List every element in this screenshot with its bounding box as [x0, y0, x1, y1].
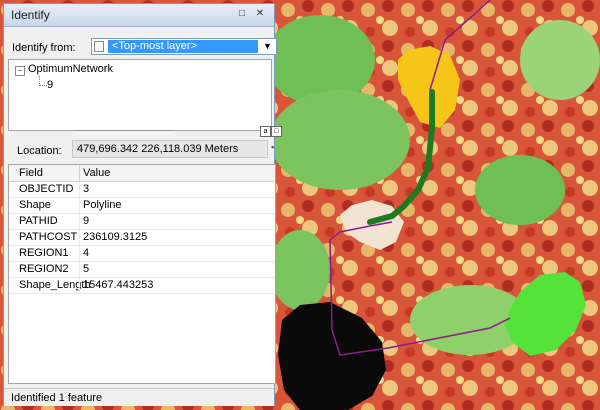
- field-name: OBJECTID: [19, 183, 74, 195]
- field-value: 236109.3125: [83, 231, 148, 243]
- cell-divider: [79, 230, 80, 245]
- field-value: 9: [83, 215, 90, 227]
- location-label: Location:: [17, 145, 62, 157]
- tree-node-layer[interactable]: OptimumNetwork: [28, 63, 113, 75]
- cell-divider: [79, 182, 80, 197]
- table-row[interactable]: REGION2 5: [9, 262, 275, 278]
- low-cost-area: [520, 20, 600, 100]
- table-row[interactable]: Shape_Length 15467.443253: [9, 278, 275, 294]
- table-row[interactable]: PATHID 9: [9, 214, 275, 230]
- attribute-grid: Field Value OBJECTID 3 Shape Polyline PA…: [8, 164, 276, 384]
- column-header-value[interactable]: Value: [83, 167, 110, 179]
- tree-node-feature[interactable]: 9: [47, 79, 53, 91]
- window-title: Identify: [11, 8, 50, 22]
- cell-divider: [79, 198, 80, 213]
- pin-icon[interactable]: □: [236, 8, 248, 20]
- cell-divider: [79, 246, 80, 261]
- chevron-down-icon[interactable]: ▼: [261, 40, 274, 53]
- table-row[interactable]: Shape Polyline: [9, 198, 275, 214]
- location-units-icon[interactable]: ▪: [271, 142, 274, 152]
- identify-from-value: <Top-most layer>: [108, 40, 258, 53]
- results-tree: − OptimumNetwork 9: [8, 59, 272, 131]
- grid-header: Field Value: [9, 165, 275, 182]
- table-row[interactable]: REGION1 4: [9, 246, 275, 262]
- pane-splitter[interactable]: a □: [8, 126, 282, 137]
- pane-toggle-icon-2[interactable]: □: [271, 126, 282, 137]
- column-header-field[interactable]: Field: [19, 167, 43, 179]
- low-cost-area: [270, 90, 410, 190]
- field-value: 15467.443253: [83, 279, 154, 291]
- title-bar[interactable]: Identify □ ✕: [4, 4, 274, 27]
- identify-from-label: Identify from:: [12, 42, 76, 54]
- field-value: 4: [83, 247, 90, 259]
- layer-icon: [94, 41, 104, 52]
- field-name: PATHID: [19, 215, 58, 227]
- field-name: REGION1: [19, 247, 69, 259]
- field-value: 5: [83, 263, 90, 275]
- low-cost-area: [475, 155, 565, 225]
- low-cost-area: [270, 230, 330, 310]
- identify-from-dropdown[interactable]: <Top-most layer> ▼: [91, 38, 277, 55]
- cell-divider: [79, 214, 80, 229]
- field-value: 3: [83, 183, 90, 195]
- column-divider[interactable]: [79, 165, 80, 181]
- tree-connector: [39, 76, 47, 86]
- cell-divider: [79, 278, 80, 293]
- table-row[interactable]: PATHCOST 236109.3125: [9, 230, 275, 246]
- status-text: Identified 1 feature: [11, 392, 103, 404]
- identify-window: Identify □ ✕ Identify from: <Top-most la…: [3, 3, 282, 406]
- location-value: 479,696.342 226,118.039 Meters: [72, 140, 268, 158]
- cell-divider: [79, 262, 80, 277]
- field-name: PATHCOST: [19, 231, 78, 243]
- status-bar: Identified 1 feature: [4, 388, 274, 406]
- field-name: REGION2: [19, 263, 69, 275]
- collapse-icon[interactable]: −: [15, 66, 25, 76]
- pane-toggle-icon[interactable]: a: [260, 126, 271, 137]
- low-cost-area: [265, 15, 375, 105]
- field-name: Shape: [19, 199, 51, 211]
- field-value: Polyline: [83, 199, 122, 211]
- close-icon[interactable]: ✕: [254, 8, 266, 20]
- table-row[interactable]: OBJECTID 3: [9, 182, 275, 198]
- splitter-grip[interactable]: [74, 130, 174, 134]
